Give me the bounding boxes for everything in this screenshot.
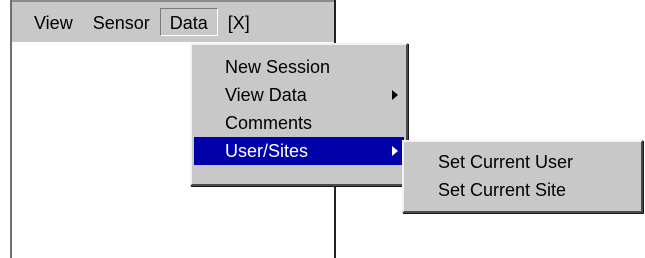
menu-item-set-current-site[interactable]: Set Current Site [404,176,641,204]
menu-item-label: New Session [225,57,331,77]
menu-data[interactable]: Data [159,8,218,36]
menu-item-set-current-user[interactable]: Set Current User [404,148,641,176]
menu-sensor[interactable]: Sensor [83,8,160,36]
menu-item-label: View Data [225,85,307,105]
menu-item-label: Set Current User [438,152,574,172]
menu-view[interactable]: View [24,8,83,36]
submenu-arrow-icon [392,146,398,156]
menu-item-comments[interactable]: Comments [192,109,406,137]
screenshot-stage: View Sensor Data [X] New Session View Da… [0,0,645,258]
menu-bar: View Sensor Data [X] [12,0,334,42]
menu-item-view-data[interactable]: View Data [192,81,406,109]
menu-item-label: Comments [225,113,313,133]
user-sites-submenu: Set Current User Set Current Site [402,140,643,213]
menu-item-label: User/Sites [225,141,309,161]
menu-item-new-session[interactable]: New Session [192,53,406,81]
submenu-arrow-icon [392,90,398,100]
data-dropdown-menu: New Session View Data Comments User/Site… [190,43,408,186]
menu-item-user-sites[interactable]: User/Sites [194,137,404,165]
menu-close[interactable]: [X] [218,8,260,36]
menu-item-label: Set Current Site [438,180,567,200]
